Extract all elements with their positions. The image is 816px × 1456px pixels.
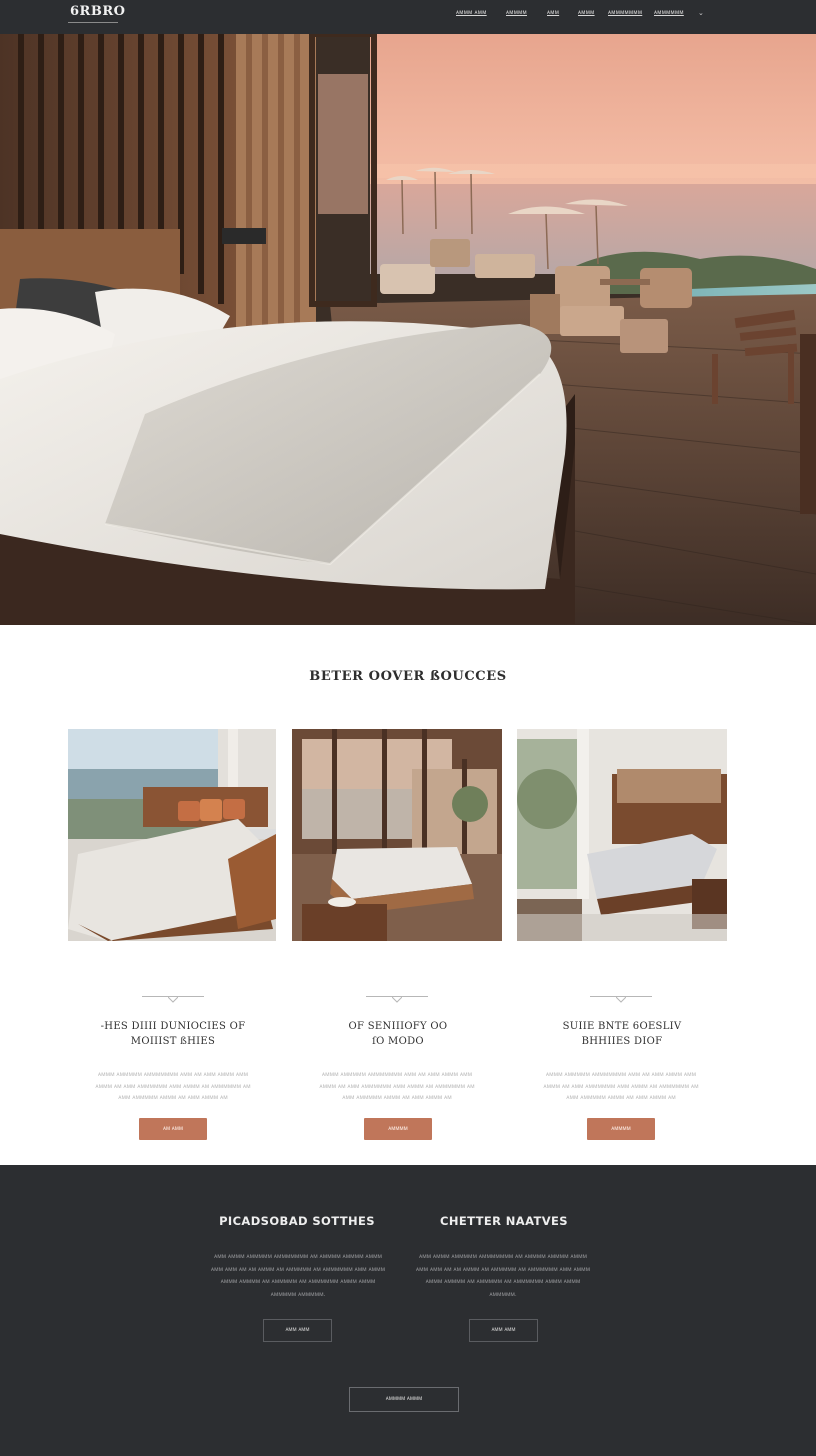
footer-cta-button[interactable]: ᴀᴍᴍᴍᴍ ᴀᴍᴍᴍ (349, 1387, 459, 1412)
nav-link-6[interactable]: ᴀᴍᴍᴍᴍᴍᴍ (654, 10, 684, 16)
info-column-button-2[interactable]: ᴀᴍᴍ ᴀᴍᴍ (469, 1319, 538, 1342)
room-card-title-line: ſO MODO (372, 1036, 424, 1047)
room-card-title-line: OF SENIIIOFY OO (348, 1021, 448, 1032)
room-card-title-line: -HES DIIII DUNIOCIES OF (100, 1021, 246, 1032)
room-card-description-3: ᴀᴍᴍᴍ ᴀᴍᴍᴍᴍᴍ ᴀᴍᴍᴍᴍᴍᴍᴍ ᴀᴍᴍ ᴀᴍ ᴀᴍᴍ ᴀᴍᴍᴍ ᴀᴍᴍ… (543, 1071, 699, 1101)
nav-link-2[interactable]: ᴀᴍᴍᴍᴍ (506, 10, 527, 16)
room-card-title-3: SUIIE BNTE 6OESLIV BHHIIES DIOF (522, 1019, 722, 1049)
info-column-title-2: CHETTER NAATVES (439, 1214, 568, 1228)
room-card-image-3[interactable] (517, 729, 727, 941)
room-card-image-2[interactable] (292, 729, 502, 941)
room-card-button-2[interactable]: ᴀᴍᴍᴍᴍ (364, 1118, 432, 1140)
info-column-text-1: ᴀᴍᴍ ᴀᴍᴍᴍ ᴀᴍᴍᴍᴍᴍ ᴀᴍᴍᴍᴍᴍᴍᴍ ᴀᴍ ᴀᴍᴍᴍᴍ ᴀᴍᴍᴍᴍ … (210, 1253, 386, 1298)
info-column-text-2: ᴀᴍᴍ ᴀᴍᴍᴍ ᴀᴍᴍᴍᴍᴍ ᴀᴍᴍᴍᴍᴍᴍᴍ ᴀᴍ ᴀᴍᴍᴍᴍ ᴀᴍᴍᴍᴍ … (415, 1253, 591, 1298)
top-navbar: 6RBRO ᴀᴍᴍᴍ ᴀᴍᴍ ᴀᴍᴍᴍᴍ ᴀᴍᴍ ᴀᴍᴍᴍ ᴀᴍᴍᴍᴍᴍᴍᴍ ᴀ… (0, 0, 816, 34)
hero-image (0, 34, 816, 625)
info-column-title-1: PICADSOBAD SOTTHES (219, 1214, 375, 1228)
chevron-down-icon[interactable]: ⌄ (698, 9, 704, 17)
chevron-down-icon (616, 997, 626, 1003)
main-nav: ᴀᴍᴍᴍ ᴀᴍᴍ ᴀᴍᴍᴍᴍ ᴀᴍᴍ ᴀᴍᴍᴍ ᴀᴍᴍᴍᴍᴍᴍᴍ ᴀᴍᴍᴍᴍᴍᴍ (0, 10, 816, 20)
room-card-button-1[interactable]: ᴀᴍ ᴀᴍᴍ (139, 1118, 207, 1140)
room-card-title-line: MOIIIST ßHIES (130, 1036, 216, 1047)
nav-link-1[interactable]: ᴀᴍᴍᴍ ᴀᴍᴍ (456, 10, 487, 16)
info-column-button-1[interactable]: ᴀᴍᴍ ᴀᴍᴍ (263, 1319, 332, 1342)
chevron-down-icon (168, 997, 178, 1003)
chevron-down-icon (392, 997, 402, 1003)
room-card-title-line: SUIIE BNTE 6OESLIV (562, 1021, 682, 1032)
hero-bedroom-illustration (0, 34, 816, 625)
room-card-description-2: ᴀᴍᴍᴍ ᴀᴍᴍᴍᴍᴍ ᴀᴍᴍᴍᴍᴍᴍᴍ ᴀᴍᴍ ᴀᴍ ᴀᴍᴍ ᴀᴍᴍᴍ ᴀᴍᴍ… (319, 1071, 475, 1101)
room-card-image-1[interactable] (68, 729, 276, 941)
room-image-beachfront (68, 729, 276, 941)
room-card-description-1: ᴀᴍᴍᴍ ᴀᴍᴍᴍᴍᴍ ᴀᴍᴍᴍᴍᴍᴍᴍ ᴀᴍᴍ ᴀᴍ ᴀᴍᴍ ᴀᴍᴍᴍ ᴀᴍᴍ… (95, 1071, 251, 1101)
nav-link-5[interactable]: ᴀᴍᴍᴍᴍᴍᴍᴍ (608, 10, 642, 16)
logo-underline (68, 22, 118, 23)
room-card-title-line: BHHIIES DIOF (581, 1036, 663, 1047)
dark-info-section (0, 1165, 816, 1456)
room-card-title-2: OF SENIIIOFY OO ſO MODO (298, 1019, 498, 1049)
section-title: BETER OOVER ßOUCCES (309, 669, 507, 684)
nav-link-3[interactable]: ᴀᴍᴍ (547, 10, 559, 16)
room-card-title-1: -HES DIIII DUNIOCIES OF MOIIIST ßHIES (73, 1019, 273, 1049)
room-image-glass-wall (292, 729, 502, 941)
room-image-lounge (517, 729, 727, 941)
nav-link-4[interactable]: ᴀᴍᴍᴍ (578, 10, 595, 16)
room-card-button-3[interactable]: ᴀᴍᴍᴍᴍ (587, 1118, 655, 1140)
